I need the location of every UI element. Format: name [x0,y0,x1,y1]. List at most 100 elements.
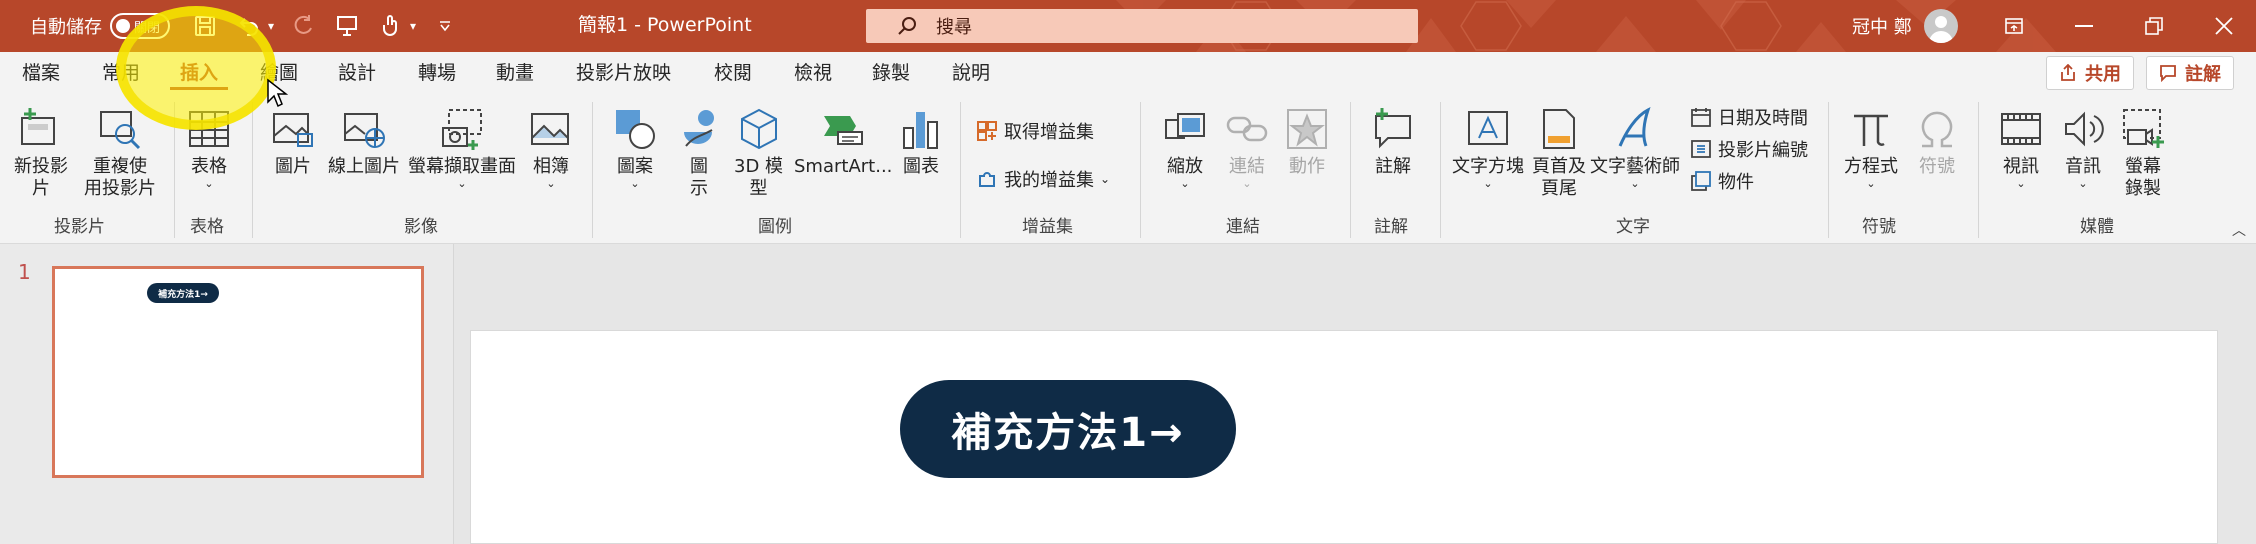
search-placeholder: 搜尋 [936,17,972,38]
icons-button[interactable]: 圖 示 [676,106,722,200]
search-box[interactable]: 搜尋 [866,9,1418,43]
group-separator [1140,102,1141,238]
ribbon-display-options-icon[interactable] [1984,0,2044,52]
wordart-dropdown-icon: ⌄ [1630,177,1640,190]
zoom-label: 縮放 [1167,156,1203,177]
tab-design[interactable]: 設計 [338,52,376,96]
slide-pill-shape[interactable]: 補充方法1→ [900,380,1236,478]
new-slide-label: 新投影 [14,156,68,177]
group-label-text: 文字 [1616,217,1650,237]
close-icon[interactable] [2194,0,2254,52]
pictures-label: 圖片 [275,156,311,177]
slide-number-button[interactable]: 投影片編號 [1690,136,1808,162]
video-label: 視訊 [2003,156,2039,177]
textbox-icon [1465,106,1511,152]
link-label: 連結 [1229,156,1265,177]
date-time-button[interactable]: 日期及時間 [1690,104,1808,130]
video-button[interactable]: 視訊 ⌄ [1998,106,2044,190]
header-footer-button[interactable]: 頁首及 頁尾 [1532,106,1586,200]
zoom-button[interactable]: 縮放 ⌄ [1162,106,1208,190]
slide-thumbnail[interactable]: 補充方法1→ [52,266,424,478]
reuse-slides-icon [97,106,143,152]
table-dropdown-icon: ⌄ [204,177,214,190]
comments-button[interactable]: 註解 [2146,56,2234,90]
object-button[interactable]: 物件 [1690,168,1754,194]
get-addins-button[interactable]: 取得增益集 [976,118,1094,144]
comment-label: 註解 [2185,64,2221,85]
3d-models-button[interactable]: 3D 模 型 [734,106,783,200]
tab-review[interactable]: 校閱 [714,52,752,96]
equation-dropdown-icon: ⌄ [1866,177,1876,190]
calendar-icon [1691,108,1711,127]
user-account[interactable]: 冠中 鄭 [1852,0,1958,52]
ribbon-tabs: 檔案 常用 插入 繪圖 設計 轉場 動畫 投影片放映 校閱 檢視 錄製 說明 [0,52,2256,96]
zoom-icon [1162,106,1208,152]
addins-icon [979,172,995,187]
wordart-button[interactable]: 文字藝術師 ⌄ [1590,106,1680,190]
tab-transitions[interactable]: 轉場 [418,52,456,96]
icons-icon [676,106,722,152]
tab-slideshow[interactable]: 投影片放映 [576,52,671,96]
equation-button[interactable]: 方程式 ⌄ [1844,106,1898,190]
chart-button[interactable]: 圖表 [898,106,944,178]
slide-canvas[interactable] [470,330,2218,544]
minimize-icon[interactable] [2054,0,2114,52]
avatar[interactable] [1923,9,1958,43]
tab-view[interactable]: 檢視 [794,52,832,96]
shapes-button[interactable]: 圖案 ⌄ [612,106,658,190]
screen-recording-button[interactable]: 螢幕 錄製 [2120,106,2166,200]
shapes-dropdown-icon: ⌄ [630,177,640,190]
group-separator [960,102,961,238]
touch-mode-icon[interactable] [376,11,406,41]
tab-help[interactable]: 說明 [952,52,990,96]
object-label: 物件 [1718,172,1754,193]
slide-number-label: 投影片編號 [1718,140,1808,161]
tab-file[interactable]: 檔案 [22,52,60,96]
audio-button[interactable]: 音訊 ⌄ [2060,106,2106,190]
new-comment-label: 註解 [1375,156,1411,177]
my-addins-button[interactable]: 我的增益集 ⌄ [976,166,1110,192]
tab-animations[interactable]: 動畫 [496,52,534,96]
link-icon [1224,106,1270,152]
date-time-label: 日期及時間 [1718,108,1808,129]
screenshot-button[interactable]: 螢幕擷取畫面 ⌄ [408,106,516,190]
screenshot-icon [439,106,485,152]
undo-dropdown-icon[interactable]: ▾ [268,19,274,33]
symbol-button[interactable]: 符號 [1914,106,1960,178]
touch-dropdown-icon[interactable]: ▾ [410,19,416,33]
online-picture-icon [341,106,387,152]
document-title: 簡報1 - PowerPoint [578,14,752,36]
audio-dropdown-icon: ⌄ [2078,177,2088,190]
customize-qat-icon[interactable] [430,11,460,41]
share-label: 共用 [2085,64,2121,85]
cursor-highlight [116,6,276,130]
smartart-button[interactable]: SmartArt... [794,106,892,178]
restore-icon[interactable] [2124,0,2184,52]
pictures-button[interactable]: 圖片 [270,106,316,178]
shapes-icon [612,106,658,152]
share-button[interactable]: 共用 [2046,56,2134,90]
group-label-images: 影像 [404,217,438,237]
photo-album-button[interactable]: 相簿 ⌄ [528,106,574,190]
collapse-ribbon-icon[interactable]: ︿ [2232,220,2246,240]
header-footer-label-2: 頁尾 [1541,178,1577,199]
group-separator [1440,102,1441,238]
smartart-icon [820,106,866,152]
ribbon: 新投影 片 重複使 用投影片 投影片 表格 ⌄ 表格 圖片 線上圖片 螢幕擷取畫… [0,96,2256,244]
tab-record[interactable]: 錄製 [872,52,910,96]
new-slide-icon [18,106,64,152]
comment-icon [2160,65,2176,82]
store-icon [977,121,997,141]
new-comment-button[interactable]: 註解 [1370,106,1416,178]
user-name: 冠中 鄭 [1852,17,1912,38]
textbox-button[interactable]: 文字方塊 ⌄ [1452,106,1524,190]
action-button[interactable]: 動作 [1284,106,1330,178]
present-icon[interactable] [332,11,362,41]
online-pictures-button[interactable]: 線上圖片 [328,106,400,178]
reuse-slides-button[interactable]: 重複使 用投影片 [84,106,156,200]
new-slide-button[interactable]: 新投影 片 [14,106,68,200]
link-button[interactable]: 連結 ⌄ [1224,106,1270,190]
group-label-symbols: 符號 [1862,217,1896,237]
thumbnail-pill-shape: 補充方法1→ [147,283,219,303]
slide-number: 1 [18,260,31,284]
